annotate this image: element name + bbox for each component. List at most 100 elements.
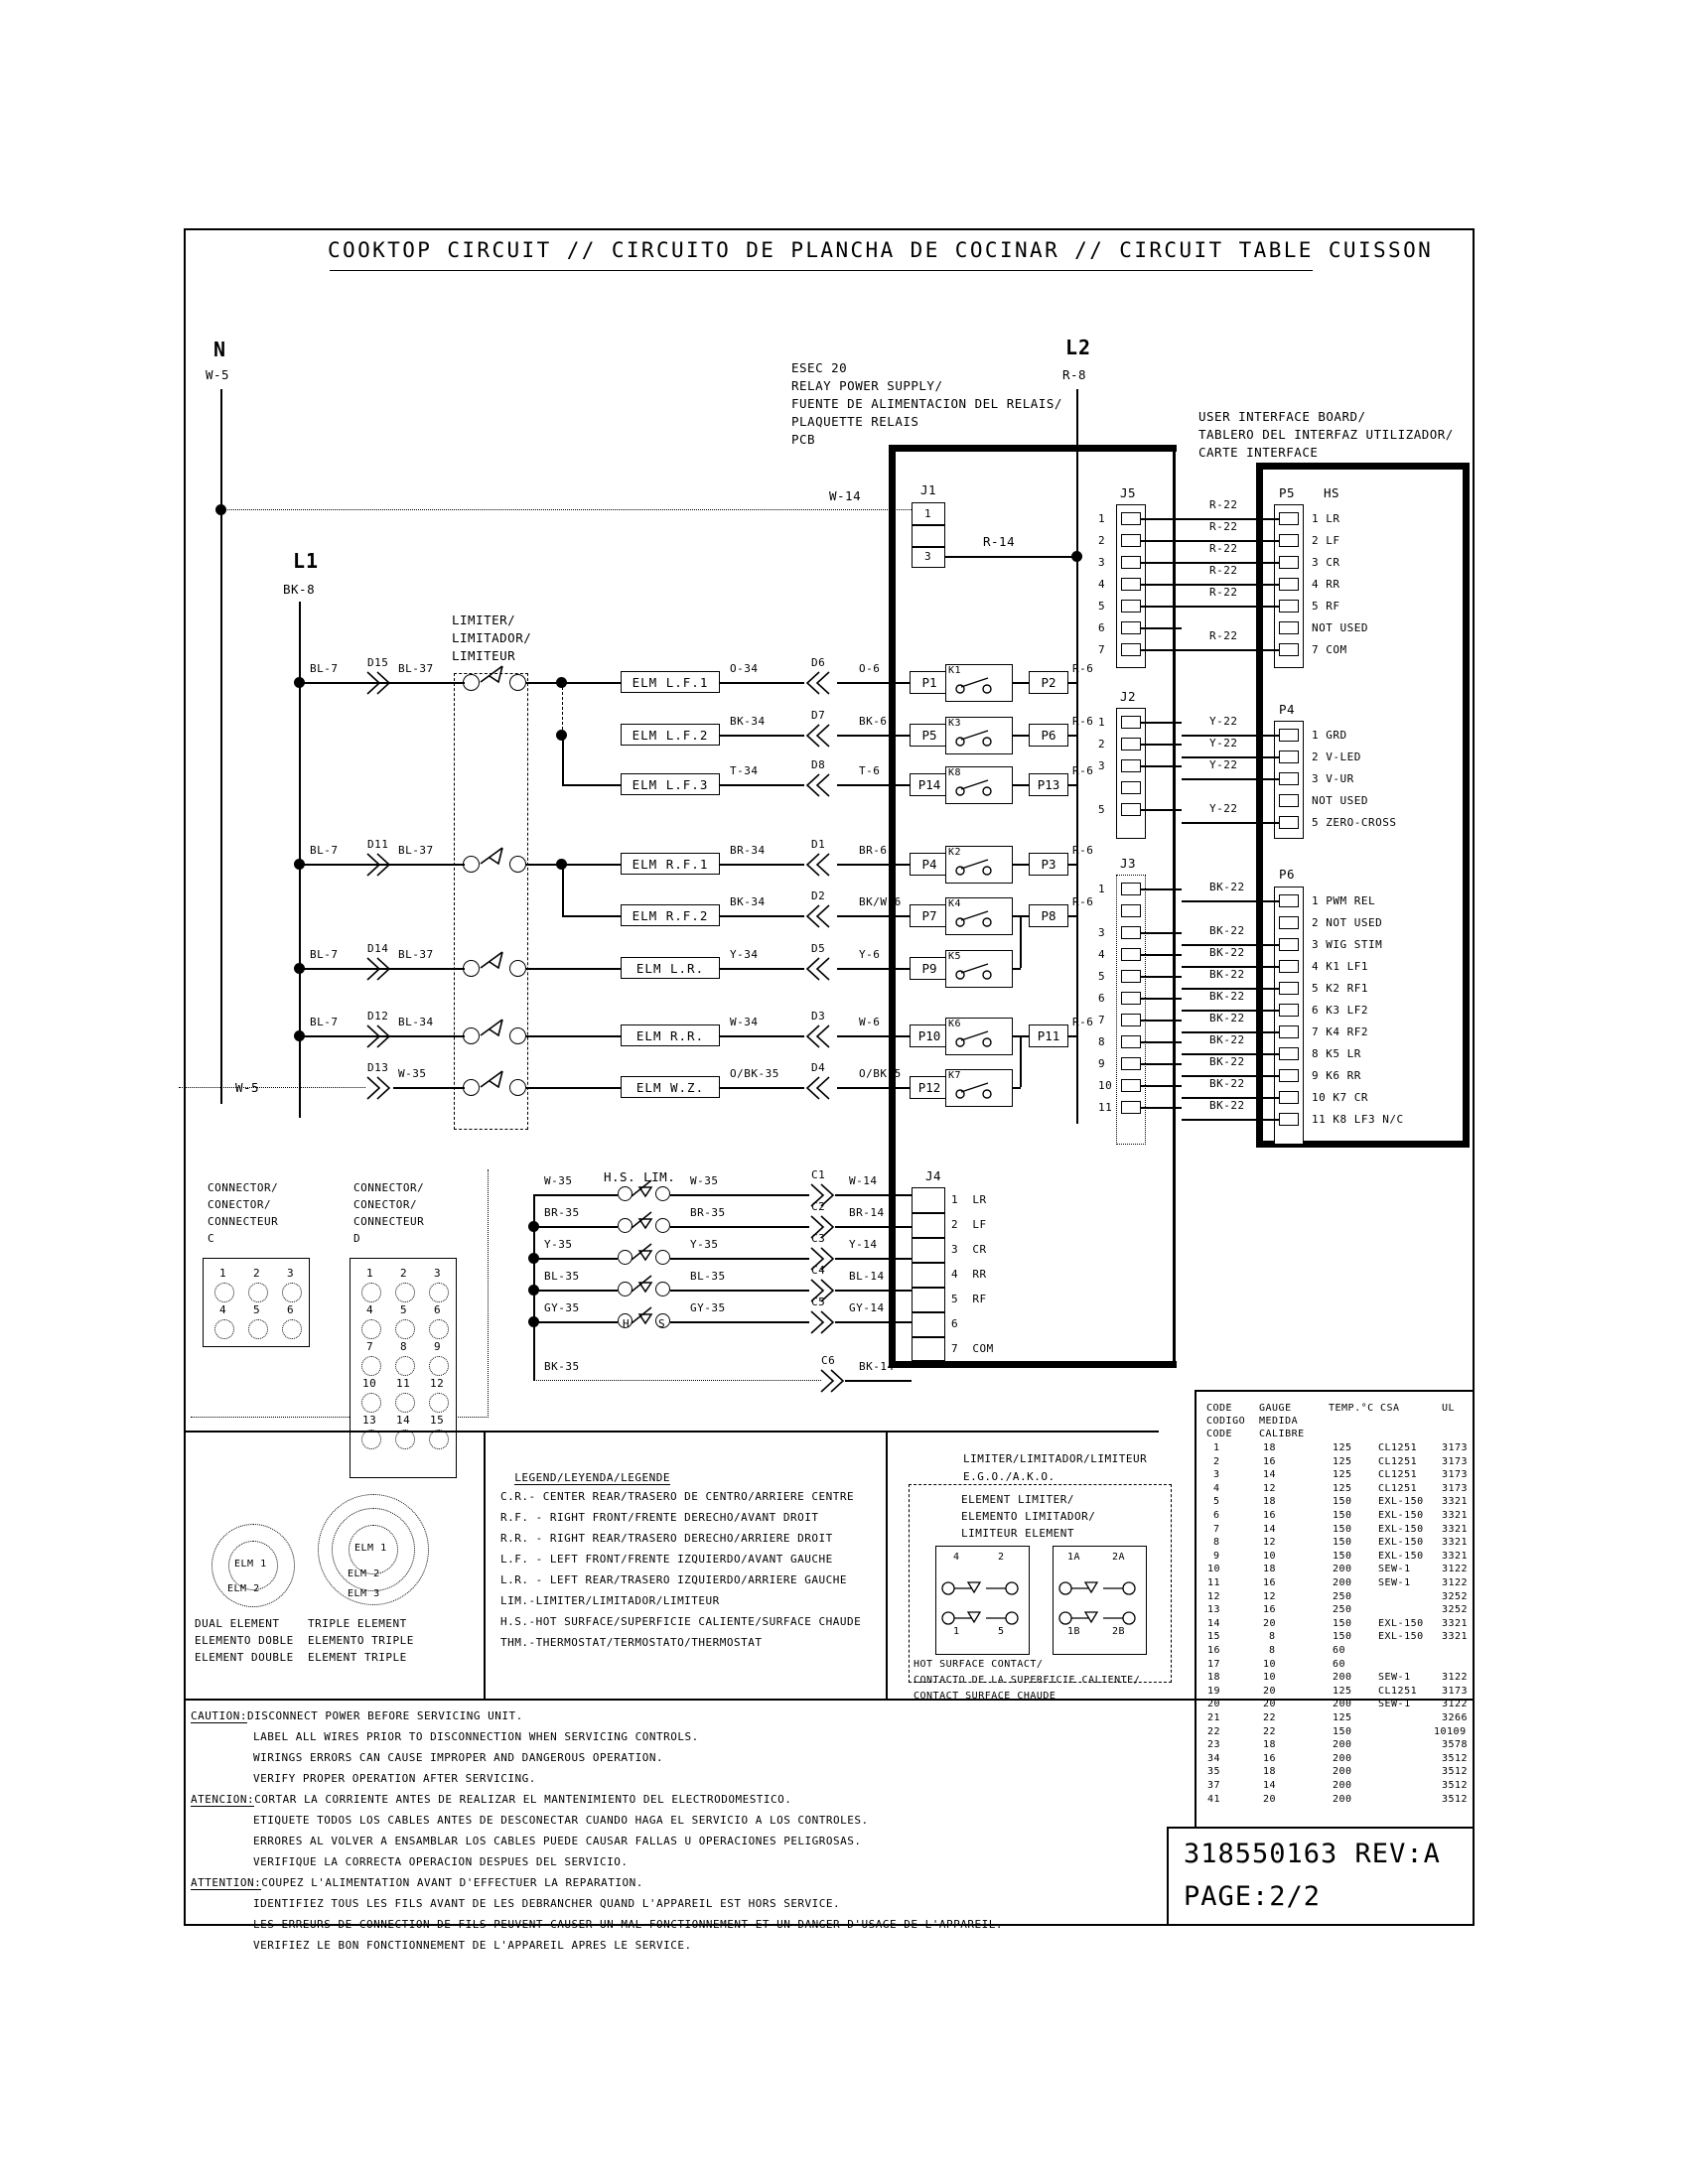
j-pin-box[interactable]: [1121, 948, 1141, 961]
j-pin-box[interactable]: [1121, 803, 1141, 816]
pin-label: 11 K8 LF3 N/C: [1312, 1113, 1404, 1126]
j-pin-box[interactable]: [1121, 1014, 1141, 1026]
pin-box[interactable]: [1279, 960, 1299, 973]
pin-box[interactable]: [1279, 816, 1299, 829]
j-pin-box[interactable]: [1121, 738, 1141, 751]
wire-table-gauge: 16: [1263, 1577, 1277, 1588]
pin-box[interactable]: [1279, 621, 1299, 634]
relay-out-label: R-6: [1072, 844, 1094, 857]
j-pin-box[interactable]: [1121, 883, 1141, 895]
pin-box[interactable]: [1279, 729, 1299, 742]
relay-input-pin[interactable]: P5: [910, 724, 949, 747]
pin-box[interactable]: [1279, 1069, 1299, 1082]
pin-box[interactable]: [1279, 938, 1299, 951]
hs-switch-icon: [631, 1211, 653, 1230]
j-pin-box[interactable]: [1121, 781, 1141, 794]
wire-table-ul: 3173: [1442, 1482, 1469, 1494]
legend-top-line: [484, 1431, 1159, 1433]
j-pin-box[interactable]: [1121, 534, 1141, 547]
relay-input-pin[interactable]: P12: [910, 1076, 949, 1099]
connector-c-pin-hole[interactable]: [248, 1319, 268, 1339]
connector-d-pin-hole[interactable]: [361, 1393, 381, 1413]
j-pin-wire: [1141, 562, 1182, 564]
pin-box[interactable]: [1279, 751, 1299, 763]
connector-d-pin-hole[interactable]: [395, 1393, 415, 1413]
connector-d-pin-hole[interactable]: [429, 1430, 449, 1449]
to-relay-wire: [837, 968, 910, 970]
j-pin-box[interactable]: [1121, 1079, 1141, 1092]
j-pin-box[interactable]: [1121, 643, 1141, 656]
connector-d-pin-hole[interactable]: [429, 1283, 449, 1302]
wire-table-header: CODE: [1206, 1403, 1233, 1414]
pin-box[interactable]: [1279, 794, 1299, 807]
relay-output-pin[interactable]: P2: [1029, 671, 1068, 694]
connector-d-pin-hole[interactable]: [361, 1283, 381, 1302]
connector-c-pin-hole[interactable]: [214, 1319, 234, 1339]
pin-box[interactable]: [1279, 1047, 1299, 1060]
pin-box[interactable]: [1279, 556, 1299, 569]
connector-d-pin-hole[interactable]: [395, 1356, 415, 1376]
relay-output-pin[interactable]: P6: [1029, 724, 1068, 747]
pin-box[interactable]: [1279, 1004, 1299, 1017]
j-pin-box[interactable]: [1121, 556, 1141, 569]
j-pin-box[interactable]: [1121, 716, 1141, 729]
relay-output-pin[interactable]: P3: [1029, 853, 1068, 876]
connector-d-pin-hole[interactable]: [361, 1430, 381, 1449]
connector-c-pin-hole[interactable]: [282, 1319, 302, 1339]
j3-label: J3: [1120, 856, 1137, 871]
connector-d-pin-hole[interactable]: [361, 1356, 381, 1376]
j-pin-box[interactable]: [1121, 759, 1141, 772]
relay-switch-icon: [955, 963, 992, 980]
connector-d-pin-hole[interactable]: [429, 1319, 449, 1339]
j-pin-box[interactable]: [1121, 600, 1141, 613]
limiter-footer-2: CONTACT SURFACE CHAUDE: [914, 1691, 1056, 1702]
connector-d-pin-hole[interactable]: [429, 1356, 449, 1376]
j-pin-box[interactable]: [1121, 1057, 1141, 1070]
pin-box[interactable]: [1279, 1025, 1299, 1038]
pin-box[interactable]: [1279, 916, 1299, 929]
j-pin-box[interactable]: [1121, 970, 1141, 983]
j-pin-box[interactable]: [1121, 1101, 1141, 1114]
j-pin-wire: [1141, 1085, 1182, 1087]
j-pin-box[interactable]: [1121, 578, 1141, 591]
j-pin-box[interactable]: [1121, 1035, 1141, 1048]
pin-box[interactable]: [1279, 534, 1299, 547]
connector-d-pin-hole[interactable]: [429, 1393, 449, 1413]
relay-input-pin[interactable]: P7: [910, 904, 949, 927]
caution-line: LABEL ALL WIRES PRIOR TO DISCONNECTION W…: [253, 1730, 699, 1743]
relay-input-pin[interactable]: P14: [910, 773, 949, 796]
pin-box[interactable]: [1279, 1113, 1299, 1126]
pin-box[interactable]: [1279, 643, 1299, 656]
connector-c-pin-number: 5: [253, 1303, 261, 1316]
wire-table-code: 20: [1207, 1699, 1221, 1710]
connector-c-pin-hole[interactable]: [248, 1283, 268, 1302]
connector-d-pin-hole[interactable]: [361, 1319, 381, 1339]
pin-box[interactable]: [1279, 1091, 1299, 1104]
pin-box[interactable]: [1279, 894, 1299, 907]
relay-output-pin[interactable]: P13: [1029, 773, 1068, 796]
j-pin-box[interactable]: [1121, 904, 1141, 917]
wire-table-gauge: 12: [1263, 1537, 1277, 1549]
j-pin-box[interactable]: [1121, 621, 1141, 634]
relay-input-pin[interactable]: P10: [910, 1024, 949, 1047]
pin-box[interactable]: [1279, 982, 1299, 995]
relay-input-pin[interactable]: P9: [910, 957, 949, 980]
connector-c-pin-hole[interactable]: [282, 1283, 302, 1302]
relay-output-pin[interactable]: P11: [1029, 1024, 1068, 1047]
pin-box[interactable]: [1279, 772, 1299, 785]
j-pin-box[interactable]: [1121, 926, 1141, 939]
pin-box[interactable]: [1279, 578, 1299, 591]
j-pin-box[interactable]: [1121, 512, 1141, 525]
element-box: ELM R.R.: [621, 1024, 720, 1046]
hs-out-label: Y-14: [849, 1238, 878, 1251]
connector-d-pin-hole[interactable]: [395, 1283, 415, 1302]
connector-d-pin-hole[interactable]: [395, 1319, 415, 1339]
connector-d-pin-hole[interactable]: [395, 1430, 415, 1449]
j-pin-box[interactable]: [1121, 992, 1141, 1005]
pin-box[interactable]: [1279, 600, 1299, 613]
relay-input-pin[interactable]: P1: [910, 671, 949, 694]
connector-c-pin-hole[interactable]: [214, 1283, 234, 1302]
relay-output-pin[interactable]: P8: [1029, 904, 1068, 927]
pin-box[interactable]: [1279, 512, 1299, 525]
relay-input-pin[interactable]: P4: [910, 853, 949, 876]
